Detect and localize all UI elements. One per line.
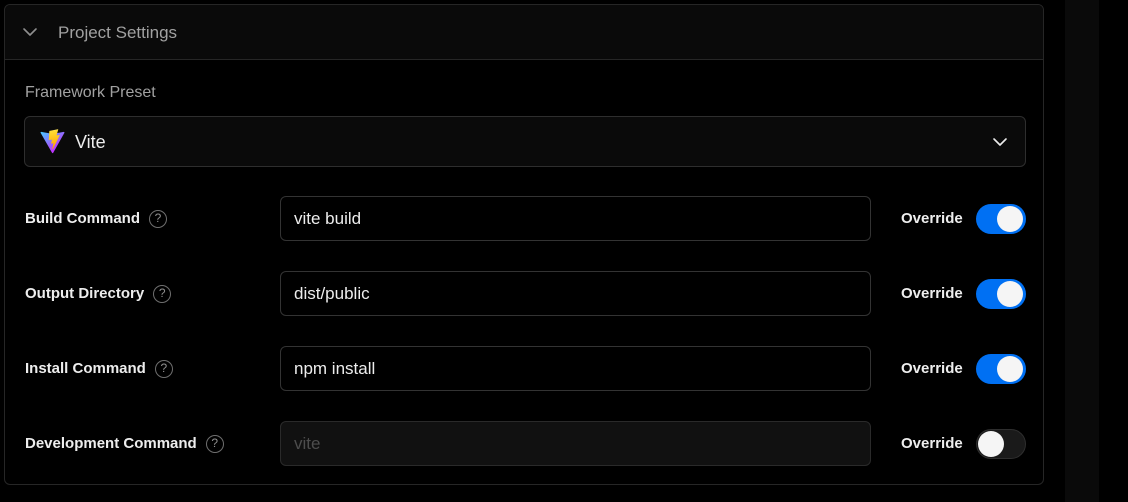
right-column-strip [1065, 0, 1099, 502]
install-command-label-wrap: Install Command ? [25, 360, 173, 378]
override-label: Override [901, 285, 963, 302]
override-label: Override [901, 210, 963, 227]
help-icon[interactable]: ? [154, 360, 173, 378]
help-icon[interactable]: ? [205, 435, 224, 453]
vite-logo-icon [40, 129, 65, 154]
override-label: Override [901, 435, 963, 452]
chevron-down-icon [23, 28, 37, 36]
install-command-row: Install Command ? Override [5, 346, 1043, 392]
development-command-override-toggle[interactable] [976, 429, 1026, 459]
framework-preset-label: Framework Preset [25, 84, 156, 101]
development-command-input[interactable] [280, 421, 871, 466]
panel-title: Project Settings [58, 23, 178, 42]
development-command-row: Development Command ? Override [5, 421, 1043, 467]
output-directory-label: Output Directory [25, 285, 145, 302]
output-directory-override-toggle[interactable] [976, 279, 1026, 309]
development-command-label-wrap: Development Command ? [25, 435, 224, 453]
chevron-down-icon [993, 138, 1007, 146]
toggle-knob [997, 281, 1023, 307]
install-command-label: Install Command [25, 360, 146, 377]
output-directory-input[interactable] [280, 271, 871, 316]
project-settings-header[interactable]: Project Settings [5, 5, 1043, 60]
toggle-knob [978, 431, 1004, 457]
development-command-label: Development Command [25, 435, 197, 452]
install-command-override-toggle[interactable] [976, 354, 1026, 384]
toggle-knob [997, 206, 1023, 232]
build-command-label: Build Command [25, 210, 140, 227]
help-icon[interactable]: ? [149, 210, 167, 228]
install-command-input[interactable] [280, 346, 871, 391]
build-command-row: Build Command ? Override [5, 196, 1043, 242]
build-command-label-wrap: Build Command ? [25, 210, 167, 228]
build-command-override-toggle[interactable] [976, 204, 1026, 234]
override-label: Override [901, 360, 963, 377]
output-directory-label-wrap: Output Directory ? [25, 285, 172, 303]
framework-preset-value: Vite [75, 132, 106, 152]
project-settings-panel: Project Settings Framework Preset Vite B… [4, 4, 1044, 485]
framework-preset-select[interactable]: Vite [24, 116, 1026, 167]
toggle-knob [997, 356, 1023, 382]
output-directory-row: Output Directory ? Override [5, 271, 1043, 317]
help-icon[interactable]: ? [153, 285, 172, 303]
build-command-input[interactable] [280, 196, 871, 241]
